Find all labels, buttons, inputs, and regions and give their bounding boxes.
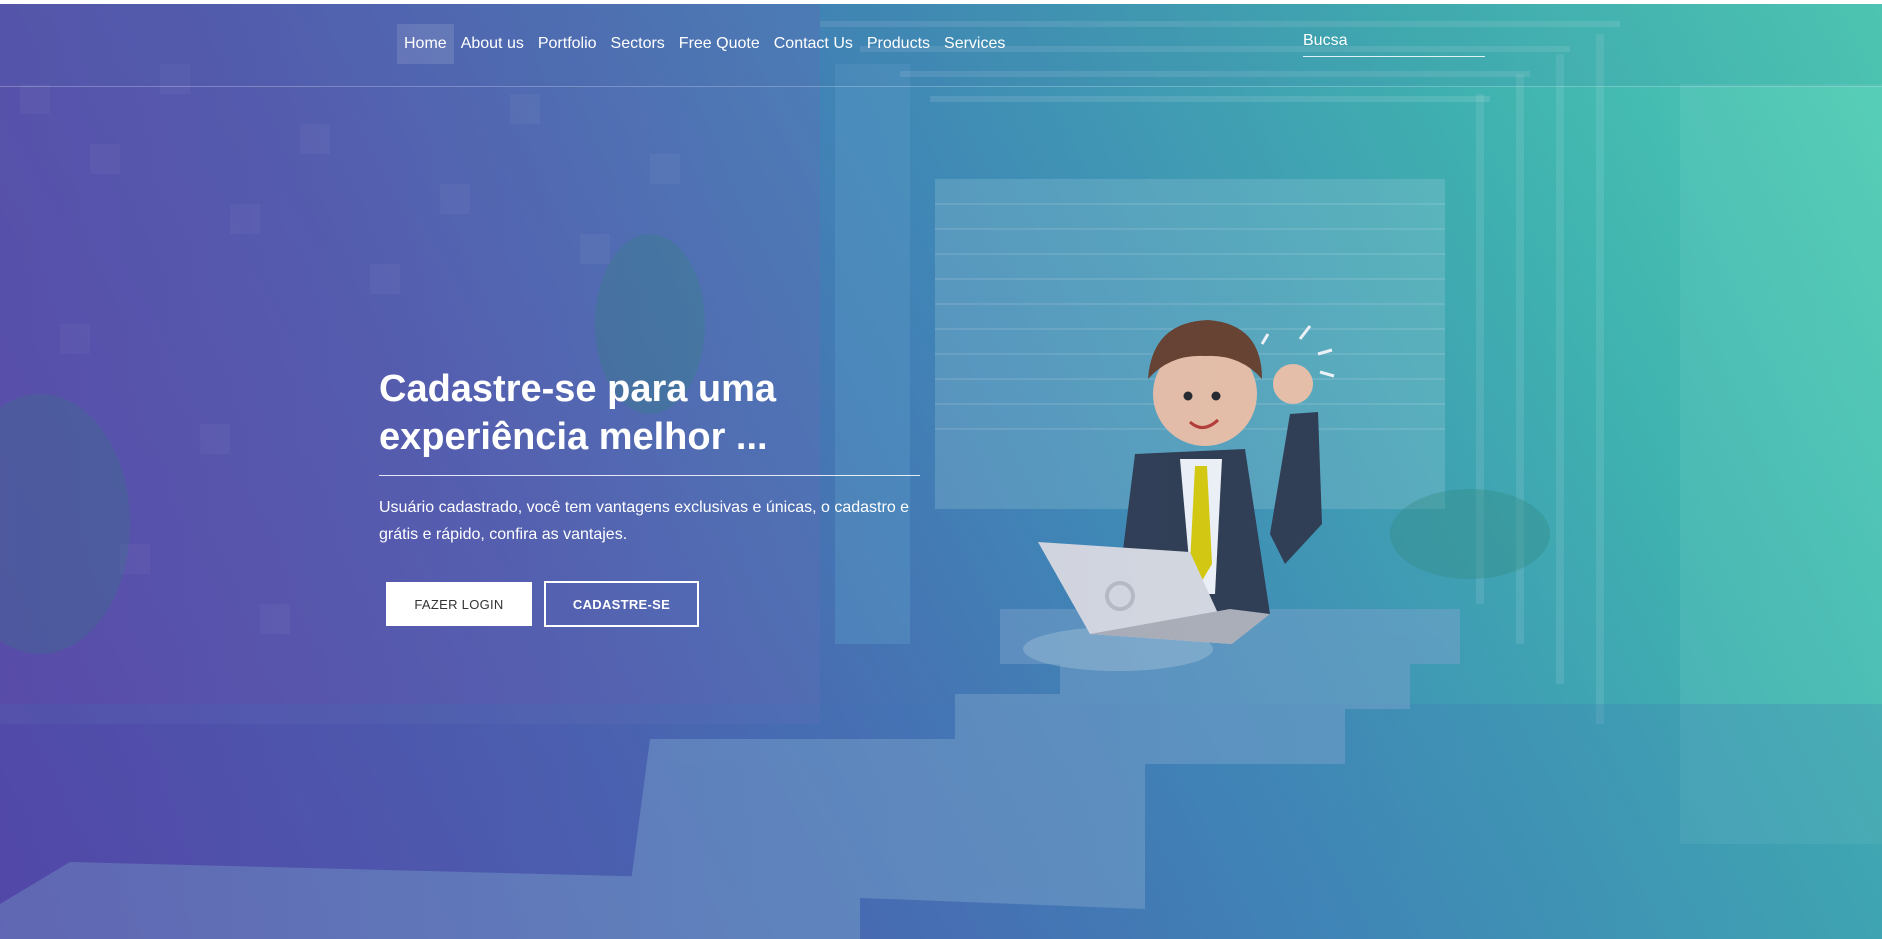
signup-button[interactable]: CADASTRE-SE [544,581,699,627]
nav-item-contact-us[interactable]: Contact Us [767,24,860,64]
nav-item-services[interactable]: Services [937,24,1012,64]
hero-headline-line-2: experiência melhor ... [379,416,768,458]
hero-section: Home About us Portfolio Sectors Free Quo… [0,4,1882,939]
hero-divider [379,475,920,476]
nav-item-sectors[interactable]: Sectors [604,24,672,64]
nav-item-home[interactable]: Home [397,24,454,64]
top-navbar: Home About us Portfolio Sectors Free Quo… [0,4,1882,87]
hero-headline: Cadastre-se para uma experiência melhor … [379,365,939,461]
hero-background-scene [0,4,1882,939]
hero-description: Usuário cadastrado, você tem vantagens e… [379,499,910,543]
hero-headline-line-1: Cadastre-se para uma [379,368,777,410]
search-input[interactable] [1303,26,1485,57]
nav-item-free-quote[interactable]: Free Quote [672,24,767,64]
main-nav: Home About us Portfolio Sectors Free Quo… [397,24,1012,64]
nav-item-portfolio[interactable]: Portfolio [531,24,604,64]
login-button[interactable]: FAZER LOGIN [386,582,532,626]
nav-item-products[interactable]: Products [860,24,937,64]
nav-item-about-us[interactable]: About us [454,24,531,64]
